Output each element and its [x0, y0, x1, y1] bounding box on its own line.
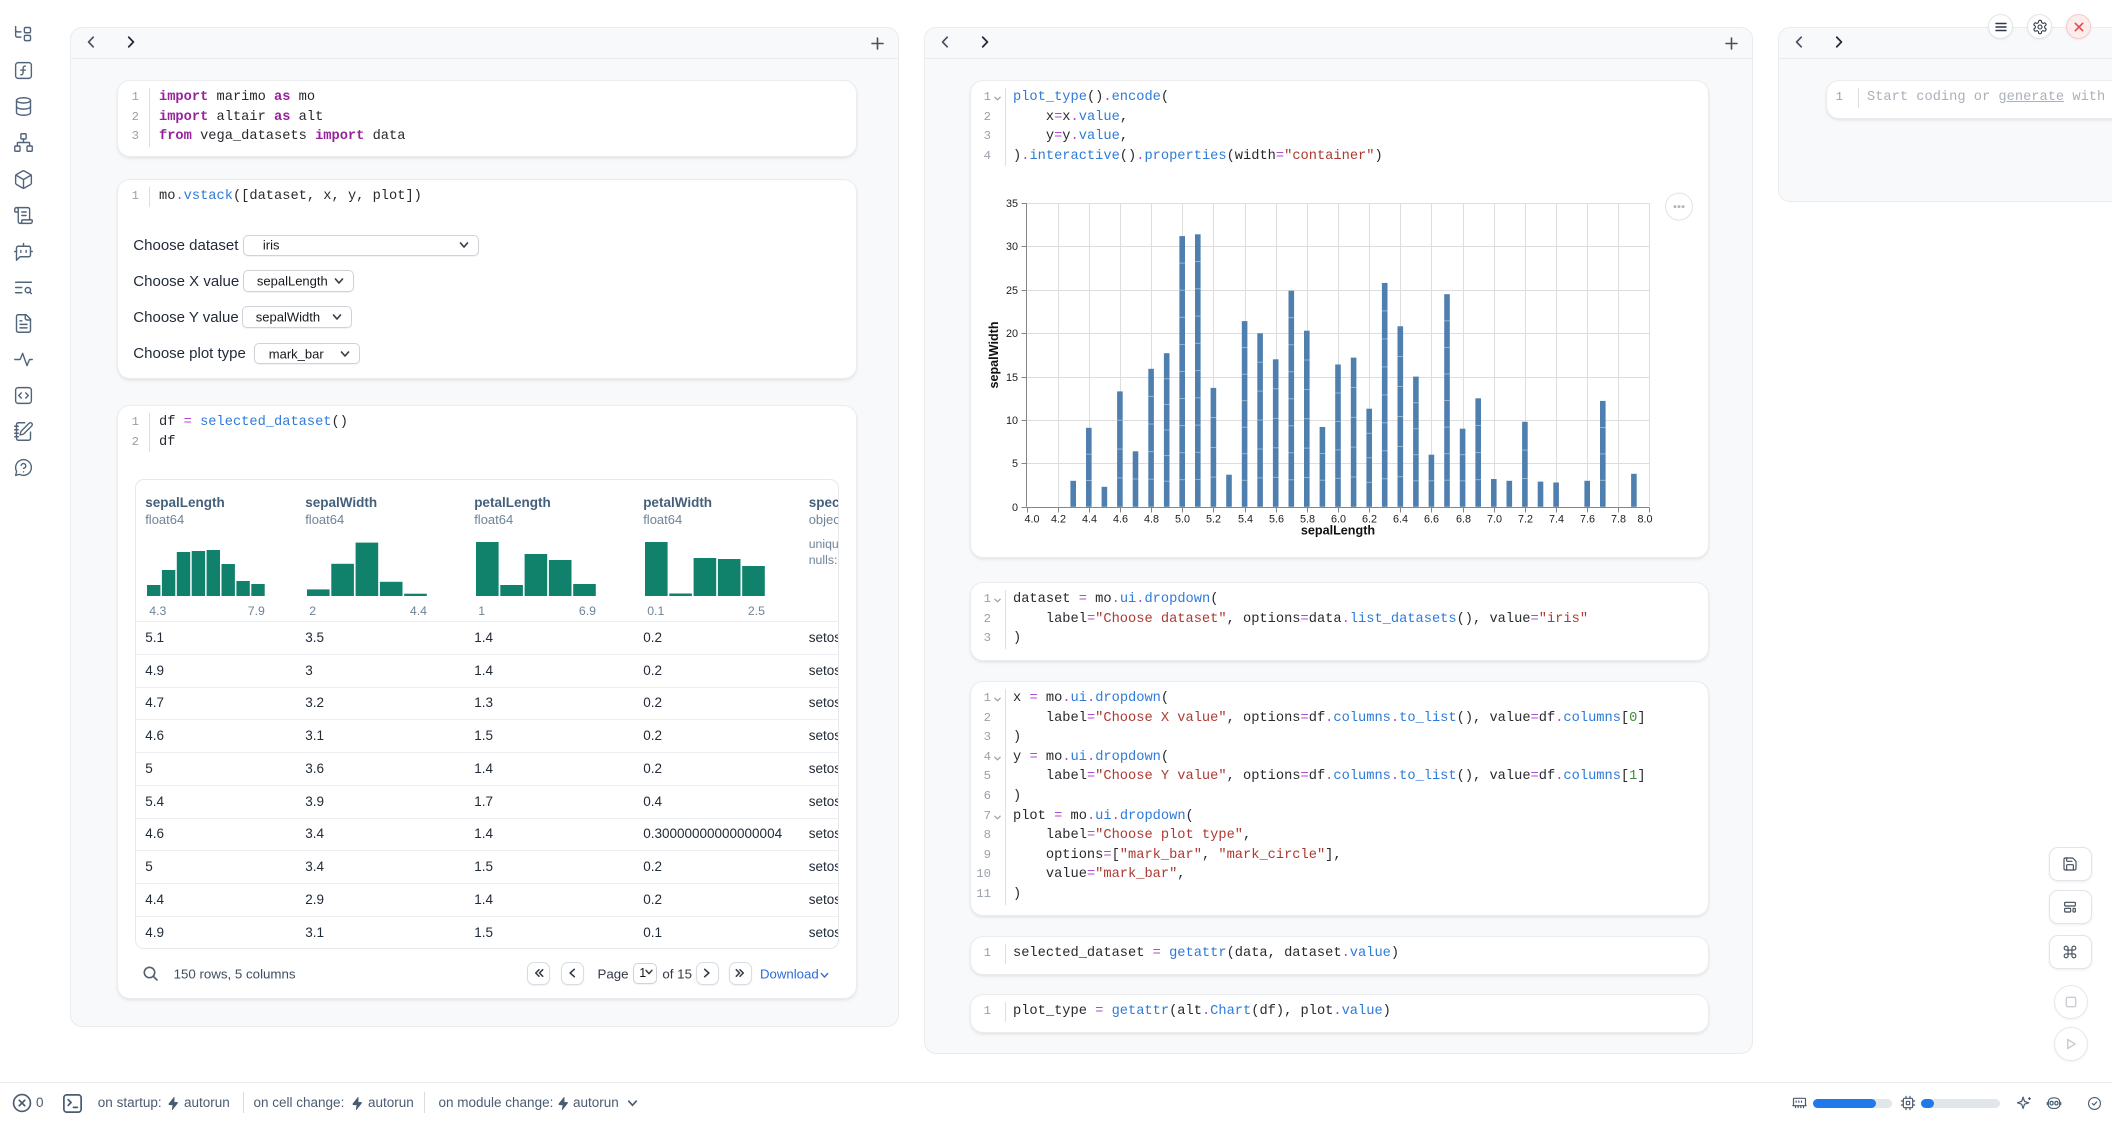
svg-text:5.2: 5.2: [1206, 514, 1221, 526]
svg-text:7.6: 7.6: [1580, 514, 1595, 526]
svg-text:6.4: 6.4: [1393, 514, 1408, 526]
svg-text:20: 20: [1006, 329, 1018, 341]
svg-text:7.4: 7.4: [1549, 514, 1564, 526]
svg-text:25: 25: [1006, 286, 1018, 298]
svg-text:4.2: 4.2: [1051, 514, 1066, 526]
svg-text:6.8: 6.8: [1456, 514, 1471, 526]
svg-text:4.6: 4.6: [1113, 514, 1128, 526]
svg-text:5: 5: [1012, 459, 1018, 471]
svg-text:5.0: 5.0: [1175, 514, 1190, 526]
svg-text:0: 0: [1012, 503, 1018, 515]
svg-text:4.8: 4.8: [1144, 514, 1159, 526]
svg-text:10: 10: [1006, 416, 1018, 428]
svg-text:15: 15: [1006, 373, 1018, 385]
svg-text:5.4: 5.4: [1238, 514, 1253, 526]
svg-text:5.6: 5.6: [1269, 514, 1284, 526]
svg-text:4.4: 4.4: [1082, 514, 1097, 526]
svg-text:35: 35: [1006, 199, 1018, 211]
svg-text:30: 30: [1006, 242, 1018, 254]
svg-text:6.6: 6.6: [1424, 514, 1439, 526]
svg-text:sepalWidth: sepalWidth: [987, 322, 1001, 389]
svg-text:4.0: 4.0: [1025, 514, 1040, 526]
svg-text:sepalLength: sepalLength: [1301, 524, 1375, 538]
svg-text:7.8: 7.8: [1611, 514, 1626, 526]
svg-text:7.0: 7.0: [1487, 514, 1502, 526]
svg-text:8.0: 8.0: [1637, 514, 1652, 526]
svg-text:7.2: 7.2: [1518, 514, 1533, 526]
